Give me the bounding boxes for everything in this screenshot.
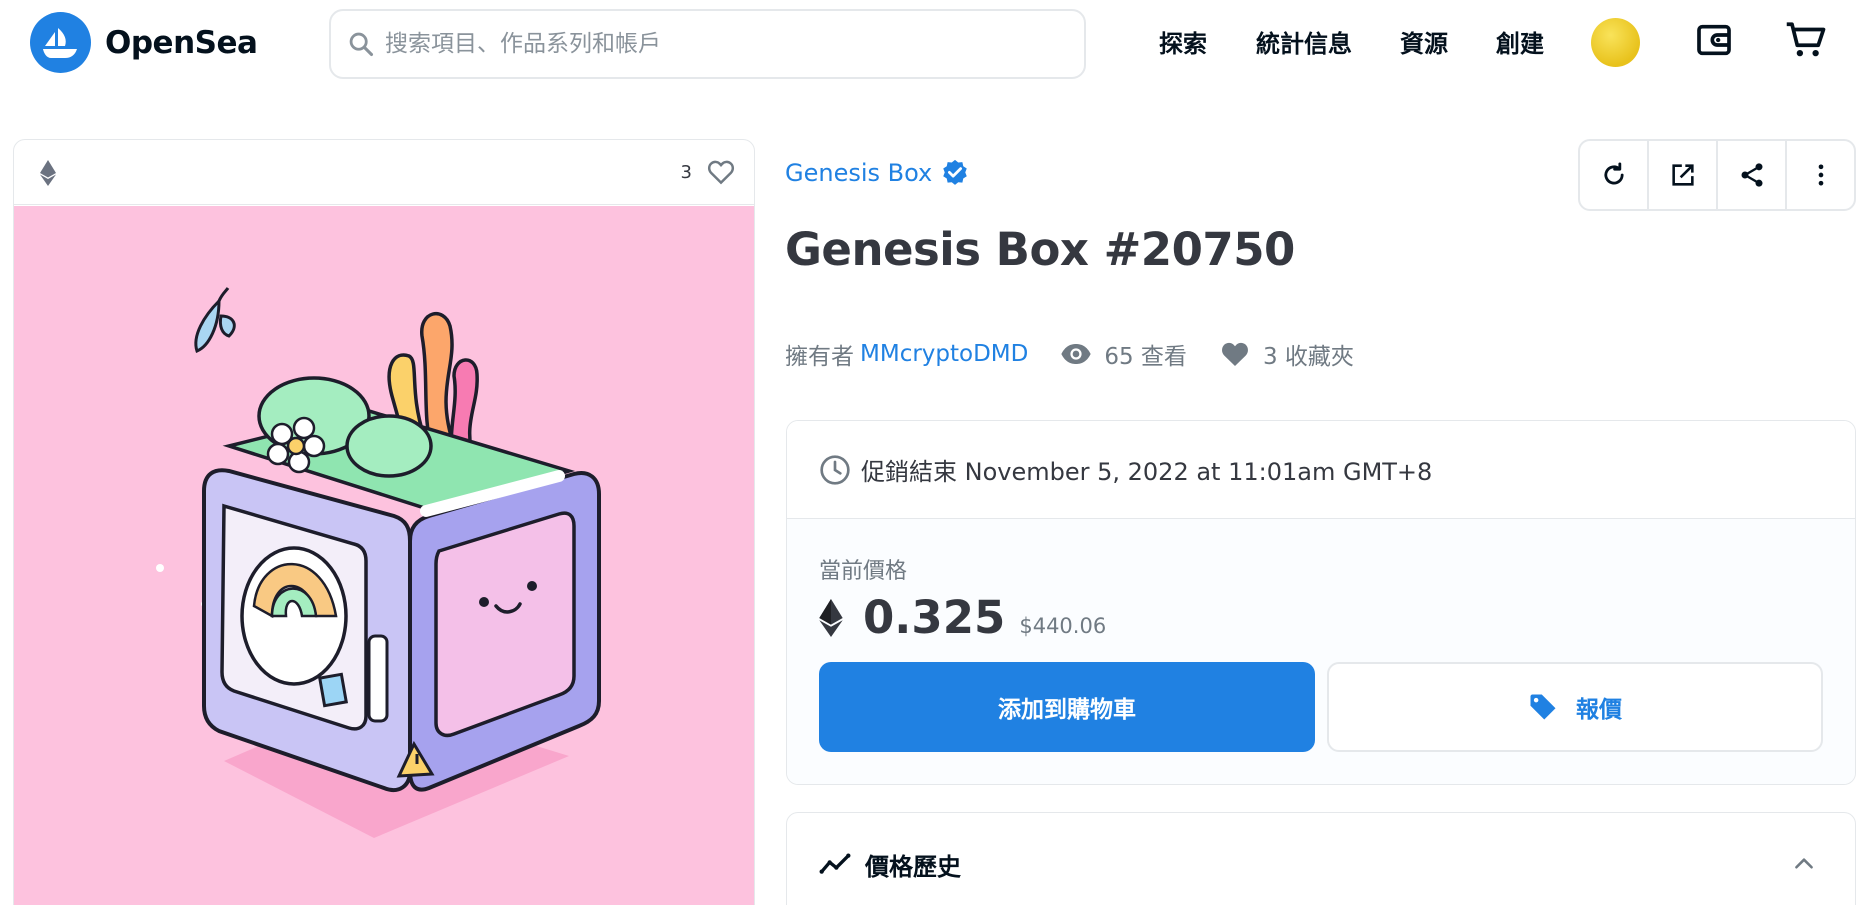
price-usd: $440.06 — [1019, 614, 1107, 638]
search-bar[interactable] — [329, 9, 1086, 79]
nav-create[interactable]: 創建 — [1496, 24, 1544, 59]
verified-badge-icon — [943, 159, 968, 185]
make-offer-label[interactable]: 報價 — [1576, 690, 1622, 724]
price-history-panel: 價格歷史 — [786, 812, 1856, 905]
refresh-icon — [1603, 162, 1624, 185]
wallet-icon[interactable] — [1692, 18, 1736, 62]
more-vertical-icon — [1818, 164, 1823, 186]
owner-label: 擁有者 — [785, 344, 854, 370]
favorite-heart-icon[interactable] — [706, 157, 736, 187]
sale-timer-row: 促銷結束 November 5, 2022 at 11:01am GMT+8 — [787, 421, 1855, 519]
collection-name[interactable]: Genesis Box — [785, 159, 932, 187]
item-meta-row: 擁有者 MMcryptoDMD 65 查看 3 收藏夾 — [785, 337, 1354, 371]
eye-icon — [1061, 344, 1092, 364]
nav-stats[interactable]: 統計信息 — [1256, 24, 1352, 59]
favorites-stat: 3 收藏夾 — [1219, 337, 1354, 371]
ethereum-chain-icon — [40, 160, 56, 186]
views-stat: 65 查看 — [1060, 337, 1187, 371]
share-button[interactable] — [1718, 141, 1787, 209]
sale-card: 促銷結束 November 5, 2022 at 11:01am GMT+8 當… — [786, 420, 1856, 785]
sale-end-text: 促銷結束 November 5, 2022 at 11:01am GMT+8 — [861, 458, 1433, 486]
opensea-logo[interactable]: OpenSea — [30, 12, 258, 73]
price-section: 當前價格 0.325 $440.06 添加到購物車 報價 — [787, 519, 1855, 784]
price-row: 0.325 $440.06 — [819, 591, 1106, 644]
price-history-toggle[interactable]: 價格歷史 — [819, 847, 961, 882]
current-price-label: 當前價格 — [819, 559, 908, 584]
open-external-button[interactable] — [1649, 141, 1718, 209]
refresh-button[interactable] — [1580, 141, 1649, 209]
ethereum-icon — [819, 598, 843, 637]
views-count: 65 查看 — [1104, 344, 1187, 370]
nav-resources[interactable]: 資源 — [1400, 24, 1448, 59]
top-header: OpenSea 探索 統計信息 資源 創建 — [0, 0, 1865, 84]
chevron-up-icon[interactable] — [1791, 851, 1817, 877]
brand-name: OpenSea — [105, 24, 258, 61]
search-input[interactable] — [385, 31, 1065, 57]
cart-icon[interactable] — [1784, 18, 1828, 62]
price-eth: 0.325 — [863, 591, 1006, 644]
nav-explore[interactable]: 探索 — [1159, 24, 1207, 59]
price-history-title: 價格歷史 — [865, 853, 961, 881]
owner-link[interactable]: MMcryptoDMD — [860, 341, 1028, 367]
favorites-count: 3 收藏夾 — [1262, 344, 1354, 370]
share-icon — [1741, 163, 1762, 187]
asset-image-card: 3 — [13, 139, 755, 905]
search-icon — [349, 32, 374, 57]
tag-icon — [1530, 694, 1556, 720]
more-options-button[interactable] — [1787, 141, 1854, 209]
nft-artwork-genesis-box[interactable] — [14, 206, 754, 905]
trend-line-icon — [819, 853, 851, 874]
make-offer-button[interactable]: 報價 — [1327, 662, 1823, 752]
ship-logo-icon — [30, 12, 91, 73]
item-title: Genesis Box #20750 — [785, 223, 1295, 276]
clock-icon — [820, 454, 850, 485]
item-actions-group — [1578, 139, 1856, 211]
collection-link[interactable]: Genesis Box — [785, 158, 970, 188]
favorite-count: 3 — [680, 162, 692, 183]
asset-card-header: 3 — [14, 140, 754, 205]
user-avatar[interactable] — [1591, 18, 1640, 67]
heart-filled-icon — [1221, 342, 1248, 366]
external-link-icon — [1671, 164, 1694, 186]
add-to-cart-button[interactable]: 添加到購物車 — [819, 662, 1315, 752]
